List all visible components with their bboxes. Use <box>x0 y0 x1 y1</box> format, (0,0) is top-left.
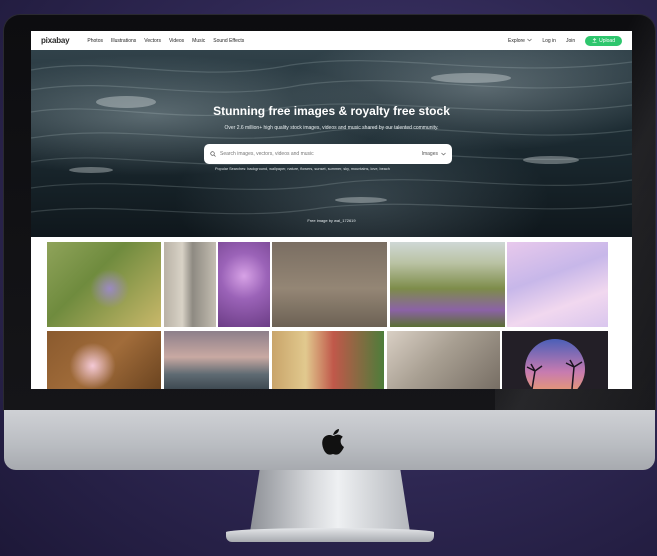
nav-link-sound-effects[interactable]: Sound Effects <box>213 38 244 44</box>
hero-title: Stunning free images & royalty free stoc… <box>213 104 450 118</box>
popular-searches[interactable]: Popular Searches: background, wallpaper,… <box>215 167 455 171</box>
image-credit[interactable]: Free image by wal_172619 <box>31 218 632 223</box>
search-bar[interactable]: Search images, vectors, videos and music… <box>204 144 452 164</box>
upload-icon <box>592 38 597 43</box>
upload-label: Upload <box>599 37 615 44</box>
login-link[interactable]: Log in <box>542 38 556 44</box>
gallery-image-cat-meadow[interactable] <box>390 242 505 327</box>
pixabay-logo[interactable]: pixabay <box>41 36 70 45</box>
hero-subtitle: Over 2.6 million+ high quality stock ima… <box>224 125 439 131</box>
gallery-image-palm-sunset[interactable] <box>502 331 608 389</box>
chevron-down-icon <box>527 38 533 41</box>
gallery-image-pastel-clouds[interactable] <box>507 242 608 327</box>
upload-button[interactable]: Upload <box>585 35 622 46</box>
search-icon <box>210 151 216 157</box>
nav-link-videos[interactable]: Videos <box>169 38 184 44</box>
search-category-label: Images <box>421 151 438 157</box>
search-category-dropdown[interactable]: Images <box>422 151 446 157</box>
nav-link-illustrations[interactable]: Illustrations <box>111 38 136 44</box>
gallery-image-allium[interactable] <box>218 242 270 327</box>
nav-link-music[interactable]: Music <box>192 38 205 44</box>
top-navigation: pixabay Photos Illustrations Vectors Vid… <box>31 31 632 50</box>
browser-screen: pixabay Photos Illustrations Vectors Vid… <box>31 31 632 389</box>
nav-link-photos[interactable]: Photos <box>87 38 103 44</box>
apple-logo-icon <box>322 429 344 455</box>
gallery-image-knitting[interactable] <box>387 331 500 389</box>
explore-menu[interactable]: Explore <box>507 37 533 44</box>
monitor-foot <box>226 528 434 542</box>
explore-label: Explore <box>507 37 525 44</box>
nav-link-vectors[interactable]: Vectors <box>144 38 161 44</box>
nav-right-group: Explore Log in Join Upload <box>507 35 622 46</box>
hero-banner: Stunning free images & royalty free stoc… <box>31 50 632 237</box>
monitor-stand <box>250 470 410 532</box>
gallery-image-blossom[interactable] <box>47 331 161 389</box>
gallery-image-seascape[interactable] <box>164 331 269 389</box>
chevron-down-icon <box>441 152 446 156</box>
image-gallery <box>31 237 632 389</box>
gallery-image-alley[interactable] <box>164 242 216 327</box>
join-link[interactable]: Join <box>566 38 575 44</box>
gallery-image-buildings[interactable] <box>272 331 384 389</box>
gallery-image-bee-flower[interactable] <box>47 242 161 327</box>
gallery-image-barefoot[interactable] <box>272 242 387 327</box>
search-input[interactable]: Search images, vectors, videos and music <box>220 151 422 157</box>
palm-sunset-circle <box>525 339 585 389</box>
